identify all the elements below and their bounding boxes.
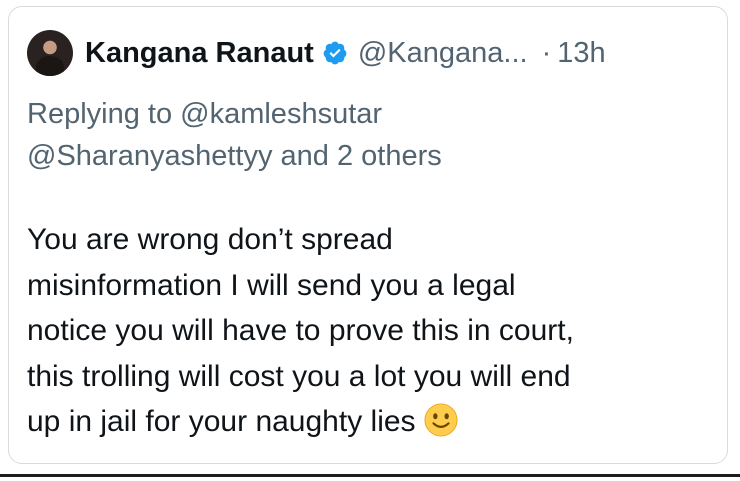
author-name[interactable]: Kangana Ranaut — [85, 37, 314, 70]
verified-badge-icon — [323, 41, 347, 65]
separator-dot: · — [541, 36, 552, 69]
tweet-text-line-content: up in jail for your naughty lies — [27, 405, 416, 438]
tweet-text-line-last: up in jail for your naughty lies — [27, 399, 717, 445]
author-avatar[interactable] — [27, 30, 73, 76]
divider-line — [0, 474, 740, 477]
replying-to-line-2[interactable]: @Sharanyashettyy and 2 others — [27, 135, 707, 177]
slightly-smiling-face-icon — [424, 403, 458, 437]
tweet-text-line: misinformation I will send you a legal — [27, 268, 516, 302]
tweet-text-line: this trolling will cost you a lot you wi… — [27, 359, 571, 393]
author-handle[interactable]: @Kangana... — [358, 37, 528, 70]
tweet-text-line: notice you will have to prove this in co… — [27, 314, 574, 347]
replying-to: Replying to @kamleshsutar @Sharanyashett… — [27, 93, 707, 177]
tweet-text-line: You are wrong don’t spread — [27, 223, 393, 256]
tweet-card[interactable]: Kangana Ranaut @Kangana... · 13h Replyin… — [8, 6, 728, 464]
tweet-text: You are wrong don’t spread misinformatio… — [27, 217, 717, 445]
replying-to-line-1[interactable]: Replying to @kamleshsutar — [27, 93, 707, 135]
tweet-timestamp[interactable]: 13h — [557, 37, 605, 70]
tweet-header: Kangana Ranaut @Kangana... · 13h — [27, 29, 606, 77]
